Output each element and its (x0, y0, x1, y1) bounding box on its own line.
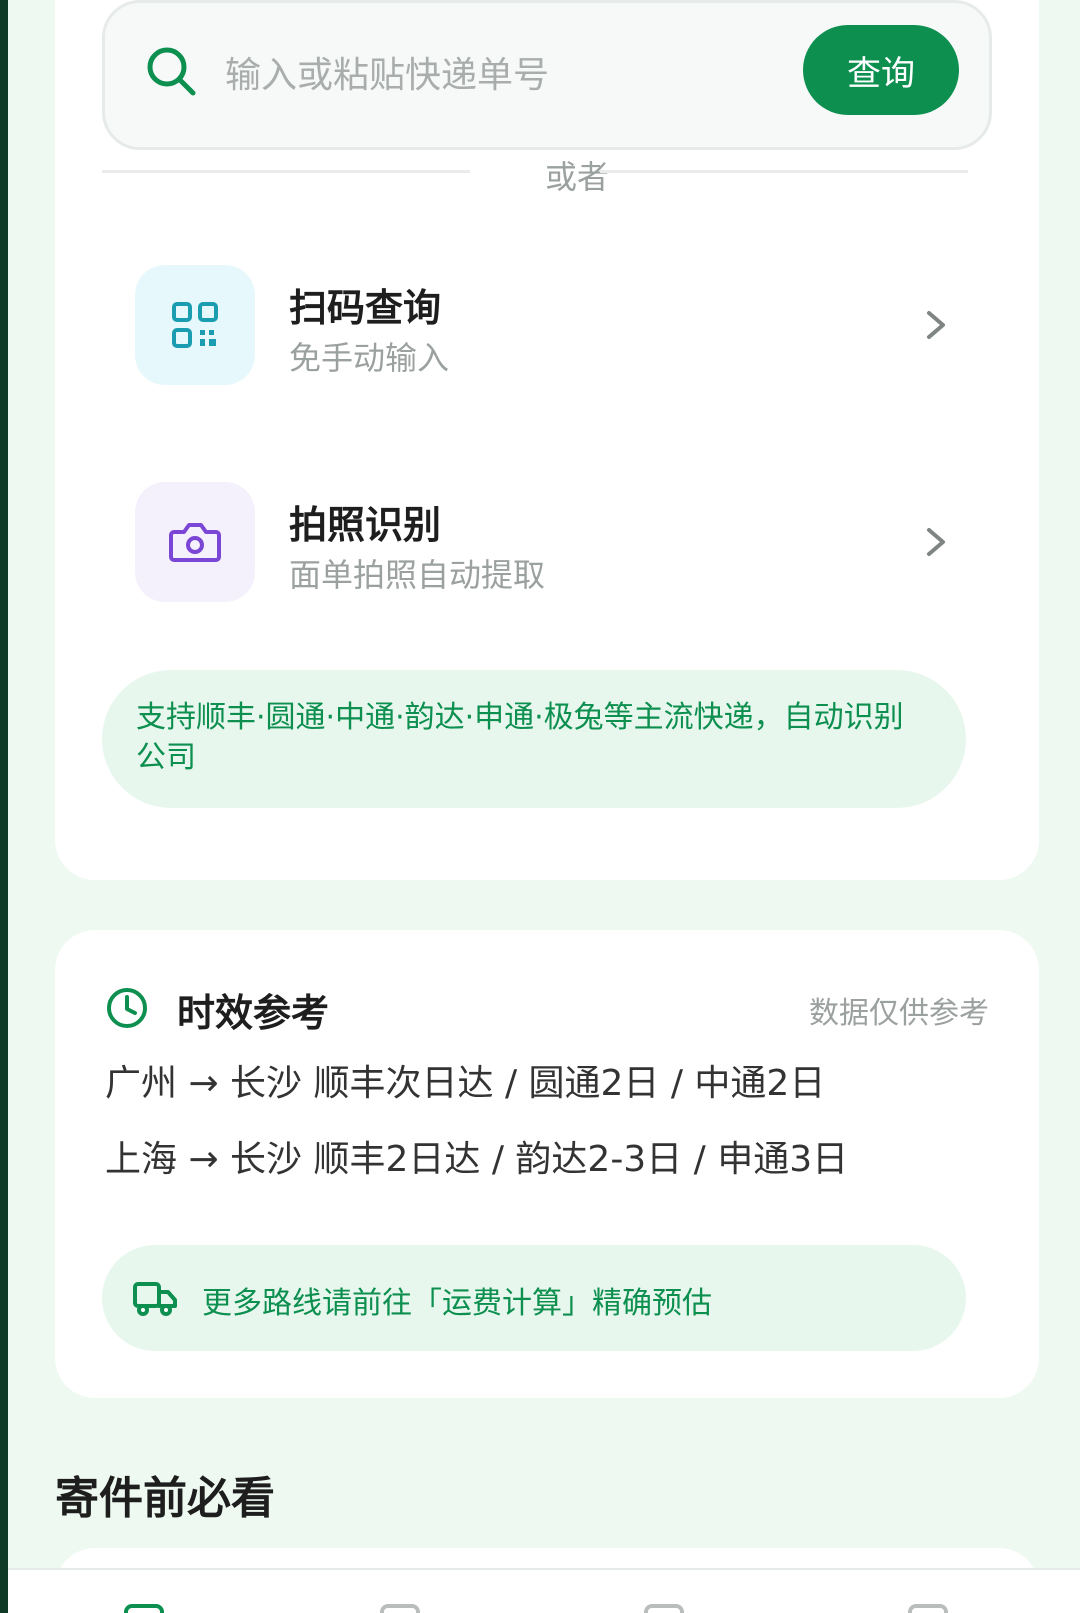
route-row: 上海 → 长沙 顺丰2日达 / 韵达2-3日 / 申通3日 (105, 1139, 849, 1180)
scan-option-title: 扫码查询 (289, 286, 442, 330)
app-screen: 查询 或者 扫码查询 免手动输入 (8, 0, 1080, 1613)
timing-reference-card: 时效参考 数据仅供参考 广州 → 长沙 顺丰次日达 / 圆通2日 / 中通2日 … (55, 930, 1039, 1398)
scan-query-option[interactable]: 扫码查询 免手动输入 (135, 265, 955, 385)
supported-carriers-note: 支持顺丰·圆通·中通·韵达·申通·极兔等主流快递，自动识别公司 (102, 670, 966, 808)
tab-home-icon[interactable] (124, 1604, 164, 1613)
chevron-right-icon (927, 528, 945, 556)
tab-icon[interactable] (380, 1604, 420, 1613)
divider-left (102, 170, 470, 173)
truck-icon (133, 1282, 177, 1316)
camera-icon (169, 523, 221, 562)
chevron-right-icon (927, 311, 945, 339)
search-icon (147, 47, 196, 96)
photo-option-title: 拍照识别 (289, 503, 442, 547)
bottom-tab-bar (8, 1568, 1080, 1613)
tracking-number-input[interactable] (225, 45, 785, 105)
divider-right (600, 170, 968, 173)
timing-disclaimer: 数据仅供参考 (809, 996, 989, 1031)
camera-icon-tile (135, 482, 255, 602)
query-card: 查询 或者 扫码查询 免手动输入 (55, 0, 1039, 880)
scan-option-subtitle: 免手动输入 (289, 339, 450, 377)
divider-label: 或者 (544, 158, 609, 196)
timing-title: 时效参考 (177, 991, 330, 1035)
more-routes-link[interactable]: 更多路线请前往「运费计算」精确预估 (102, 1245, 966, 1351)
photo-recognition-option[interactable]: 拍照识别 面单拍照自动提取 (135, 482, 955, 602)
qr-code-icon (172, 302, 218, 348)
query-button[interactable]: 查询 (803, 25, 959, 115)
tab-icon[interactable] (644, 1604, 684, 1613)
clock-icon (107, 988, 147, 1028)
scan-icon-tile (135, 265, 255, 385)
photo-option-subtitle: 面单拍照自动提取 (289, 556, 546, 594)
search-bar: 查询 (102, 0, 992, 150)
section-title: 寄件前必看 (55, 1473, 275, 1524)
tab-icon[interactable] (908, 1604, 948, 1613)
more-routes-text: 更多路线请前往「运费计算」精确预估 (202, 1286, 712, 1321)
route-row: 广州 → 长沙 顺丰次日达 / 圆通2日 / 中通2日 (105, 1063, 826, 1104)
